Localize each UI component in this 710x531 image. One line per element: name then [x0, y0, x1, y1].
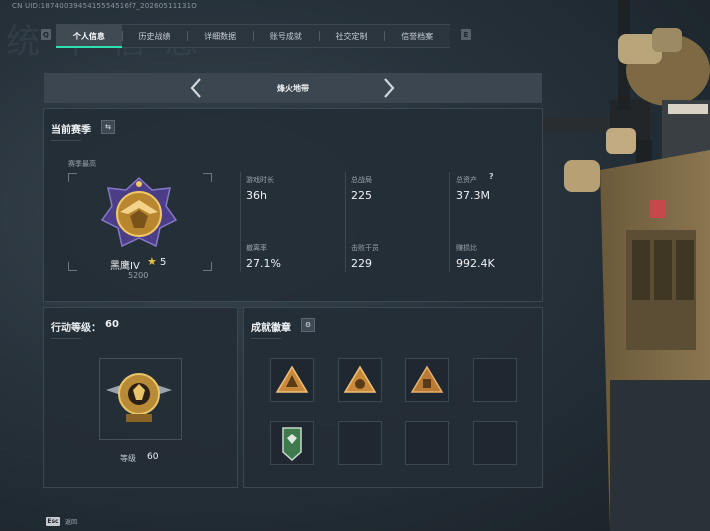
stat-label-profit-ratio: 赚损比 — [456, 244, 477, 252]
badge-slot-empty[interactable] — [338, 421, 382, 465]
tab-personal-info[interactable]: 个人信息 — [56, 25, 122, 48]
badge-slot[interactable] — [270, 358, 314, 402]
badge-slot-empty[interactable] — [473, 358, 517, 402]
stat-label-playtime: 游戏时长 — [246, 176, 274, 184]
level-emblem-icon — [106, 373, 172, 422]
swap-icon[interactable]: ⇆ — [101, 120, 115, 134]
chevron-right-icon[interactable] — [377, 75, 401, 101]
rank-points: 5200 — [128, 271, 149, 280]
uid-text: CN UID:1874003945415554516f7_20260511131… — [12, 2, 198, 10]
level-label: 等级 — [120, 454, 136, 463]
rank-stars: 5 — [160, 257, 167, 268]
stat-value-kills: 229 — [351, 257, 372, 270]
rank-name: 黑鹰IV — [110, 261, 140, 272]
tab-history[interactable]: 历史战绩 — [121, 25, 188, 47]
badge-slot[interactable] — [405, 358, 449, 402]
tab-next-button[interactable]: E — [461, 29, 471, 40]
season-title: 当前赛季 — [51, 125, 91, 136]
tab-detailed-data[interactable]: 详细数据 — [187, 25, 253, 47]
badge-shield-icon — [282, 427, 302, 462]
badge-slot[interactable] — [338, 358, 382, 402]
tab-reputation[interactable]: 信誉档案 — [384, 25, 450, 47]
tab-bar: 个人信息 历史战绩 详细数据 账号成就 社交定制 信誉档案 — [56, 24, 450, 48]
stat-label-matches: 总战局 — [351, 176, 372, 184]
mode-selector-bar: 烽火地带 — [44, 73, 542, 103]
frame-corner — [203, 262, 212, 271]
title-underline — [51, 140, 81, 141]
tab-prev-button[interactable]: Q — [41, 29, 51, 40]
tab-achievements[interactable]: 账号成就 — [253, 25, 319, 47]
stat-value-extract-rate: 27.1% — [246, 257, 281, 270]
stat-value-playtime: 36h — [246, 189, 267, 202]
operator-figure — [540, 0, 710, 531]
action-level-value: 60 — [105, 319, 119, 330]
tab-social[interactable]: 社交定制 — [318, 25, 385, 47]
stat-value-assets: 37.3M — [456, 189, 490, 202]
star-icon: ★ — [147, 255, 157, 268]
badges-title: 成就徽章 — [251, 323, 291, 334]
stat-label-extract-rate: 撤离率 — [246, 244, 267, 252]
chevron-left-icon[interactable] — [184, 75, 208, 101]
badge-triangle-icon — [275, 365, 309, 393]
frame-corner — [203, 173, 212, 182]
badge-slot-empty[interactable] — [405, 421, 449, 465]
frame-corner — [68, 173, 77, 182]
esc-key-button[interactable]: Esc — [46, 517, 60, 526]
stat-value-matches: 225 — [351, 189, 372, 202]
title-underline — [251, 338, 281, 339]
stat-label-assets: 总资产 — [456, 176, 477, 184]
title-underline — [51, 338, 81, 339]
badge-triangle-icon — [410, 365, 444, 393]
stat-value-profit-ratio: 992.4K — [456, 257, 495, 270]
divider — [449, 172, 450, 272]
gear-icon[interactable]: ⚙ — [301, 318, 315, 332]
level-value: 60 — [147, 452, 159, 462]
rank-emblem-icon — [100, 176, 178, 248]
frame-corner — [68, 262, 77, 271]
season-highest-label: 赛季最高 — [68, 160, 96, 168]
action-level-title: 行动等级： — [51, 323, 101, 334]
help-icon[interactable]: ? — [489, 172, 494, 181]
stat-label-kills: 击败干员 — [351, 244, 379, 252]
badge-slot-empty[interactable] — [473, 421, 517, 465]
divider — [345, 172, 346, 272]
mode-label: 烽火地带 — [277, 83, 309, 93]
back-label: 返回 — [65, 519, 78, 526]
badge-triangle-icon — [343, 365, 377, 393]
badge-slot[interactable] — [270, 421, 314, 465]
divider — [240, 172, 241, 272]
